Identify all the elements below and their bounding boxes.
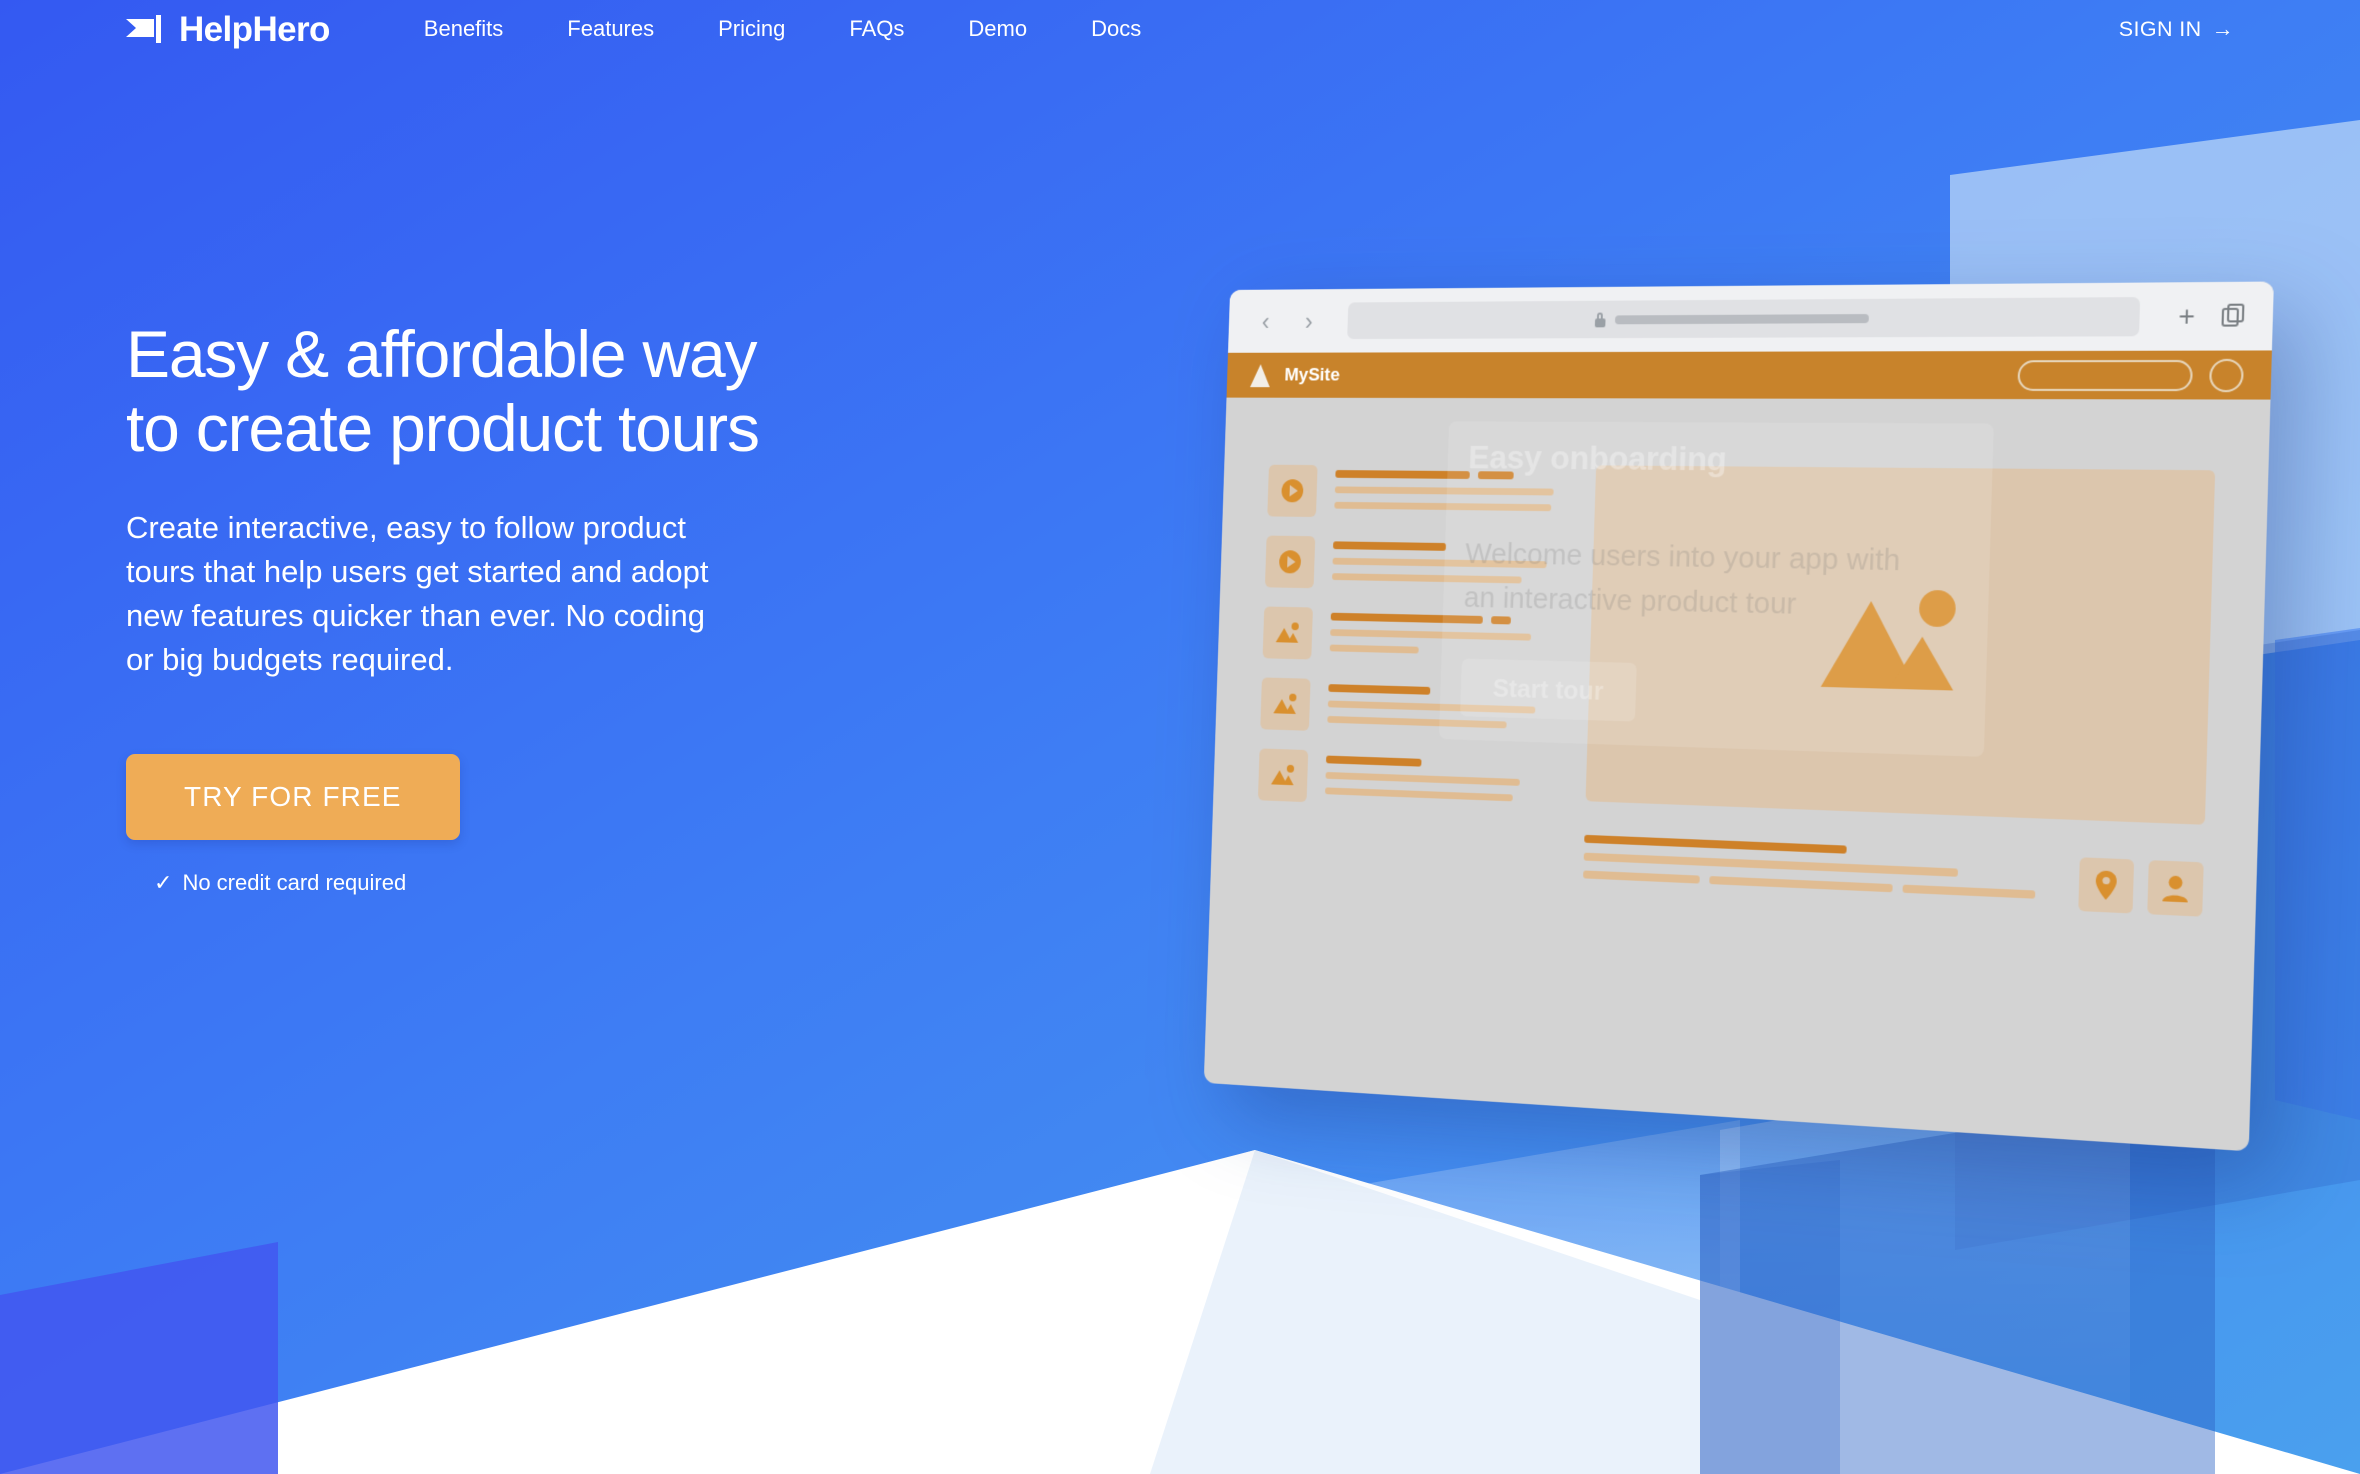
- nav-item-features[interactable]: Features: [535, 0, 686, 58]
- no-credit-card-label: No credit card required: [182, 869, 407, 895]
- nav-item-faqs[interactable]: FAQs: [817, 0, 936, 58]
- mock-site-button[interactable]: [2017, 359, 2193, 391]
- nav-item-pricing[interactable]: Pricing: [686, 0, 817, 58]
- mock-site-avatar[interactable]: [2208, 358, 2244, 392]
- nav-item-demo[interactable]: Demo: [936, 0, 1059, 58]
- browser-window: ‹ › + MySite Easy onboarding Welcome use…: [1203, 281, 2274, 1152]
- list-item[interactable]: [1264, 535, 1552, 593]
- browser-toolbar: ‹ › +: [1228, 281, 2274, 353]
- nav-item-benefits[interactable]: Benefits: [392, 0, 536, 58]
- lock-icon: [1594, 312, 1606, 327]
- hero-section: Easy & affordable way to create product …: [126, 317, 1126, 896]
- list-item-lines: [1329, 608, 1550, 657]
- user-icon[interactable]: [2147, 860, 2204, 917]
- site-header: HelpHero Benefits Features Pricing FAQs …: [0, 0, 2360, 58]
- list-item[interactable]: [1267, 464, 1554, 520]
- play-icon: [1264, 535, 1316, 589]
- list-item[interactable]: [1257, 748, 1545, 811]
- no-credit-card-note: ✓ No credit card required: [154, 870, 1126, 896]
- flag-icon: [126, 14, 168, 44]
- sign-in-link[interactable]: SIGN IN →: [2119, 0, 2234, 58]
- mock-main-content: [1576, 444, 2216, 1148]
- mock-site-brand: MySite: [1284, 364, 1341, 385]
- logo-wordmark: HelpHero: [179, 9, 330, 49]
- mock-site-navbar: MySite: [1226, 350, 2272, 400]
- back-icon[interactable]: ‹: [1250, 307, 1281, 336]
- sign-in-label: SIGN IN: [2118, 16, 2202, 41]
- logo[interactable]: HelpHero: [126, 12, 330, 47]
- list-item-lines: [1324, 751, 1545, 803]
- new-tab-icon[interactable]: +: [2166, 300, 2207, 331]
- image-icon: [1820, 589, 1957, 691]
- mock-site-body: Easy onboarding Welcome users into your …: [1204, 398, 2271, 1152]
- list-item-lines: [1334, 465, 1554, 512]
- list-item[interactable]: [1262, 606, 1550, 665]
- location-pin-icon[interactable]: [2078, 857, 2135, 914]
- copy-tabs-icon[interactable]: [2221, 303, 2247, 329]
- image-icon: [1260, 677, 1311, 731]
- mock-footer-tiles: [2078, 855, 2204, 917]
- try-for-free-button[interactable]: TRY FOR FREE: [126, 753, 460, 840]
- list-item[interactable]: [1260, 677, 1547, 738]
- mock-list: [1248, 442, 1555, 1105]
- forward-icon[interactable]: ›: [1293, 307, 1325, 336]
- image-icon: [1257, 748, 1309, 803]
- url-text-placeholder: [1614, 313, 1869, 324]
- mock-footer-lines: [1583, 834, 2045, 899]
- nav-item-docs[interactable]: Docs: [1059, 0, 1173, 58]
- image-icon: [1262, 606, 1313, 660]
- list-item-lines: [1332, 537, 1552, 584]
- page-title: Easy & affordable way to create product …: [126, 317, 760, 465]
- arrow-right-icon: →: [2211, 16, 2234, 41]
- browser-mockup: ‹ › + MySite Easy onboarding Welcome use…: [1203, 281, 2274, 1152]
- mock-hero-image: [1585, 465, 2216, 825]
- play-icon: [1267, 464, 1318, 518]
- url-bar[interactable]: [1347, 297, 2141, 340]
- triangle-logo-icon: [1250, 363, 1271, 387]
- mock-footer-block: [1583, 834, 2204, 917]
- check-icon: ✓: [154, 869, 173, 895]
- hero-subtext: Create interactive, easy to follow produ…: [126, 509, 709, 677]
- main-nav: Benefits Features Pricing FAQs Demo Docs: [392, 0, 1173, 58]
- list-item-lines: [1327, 679, 1547, 729]
